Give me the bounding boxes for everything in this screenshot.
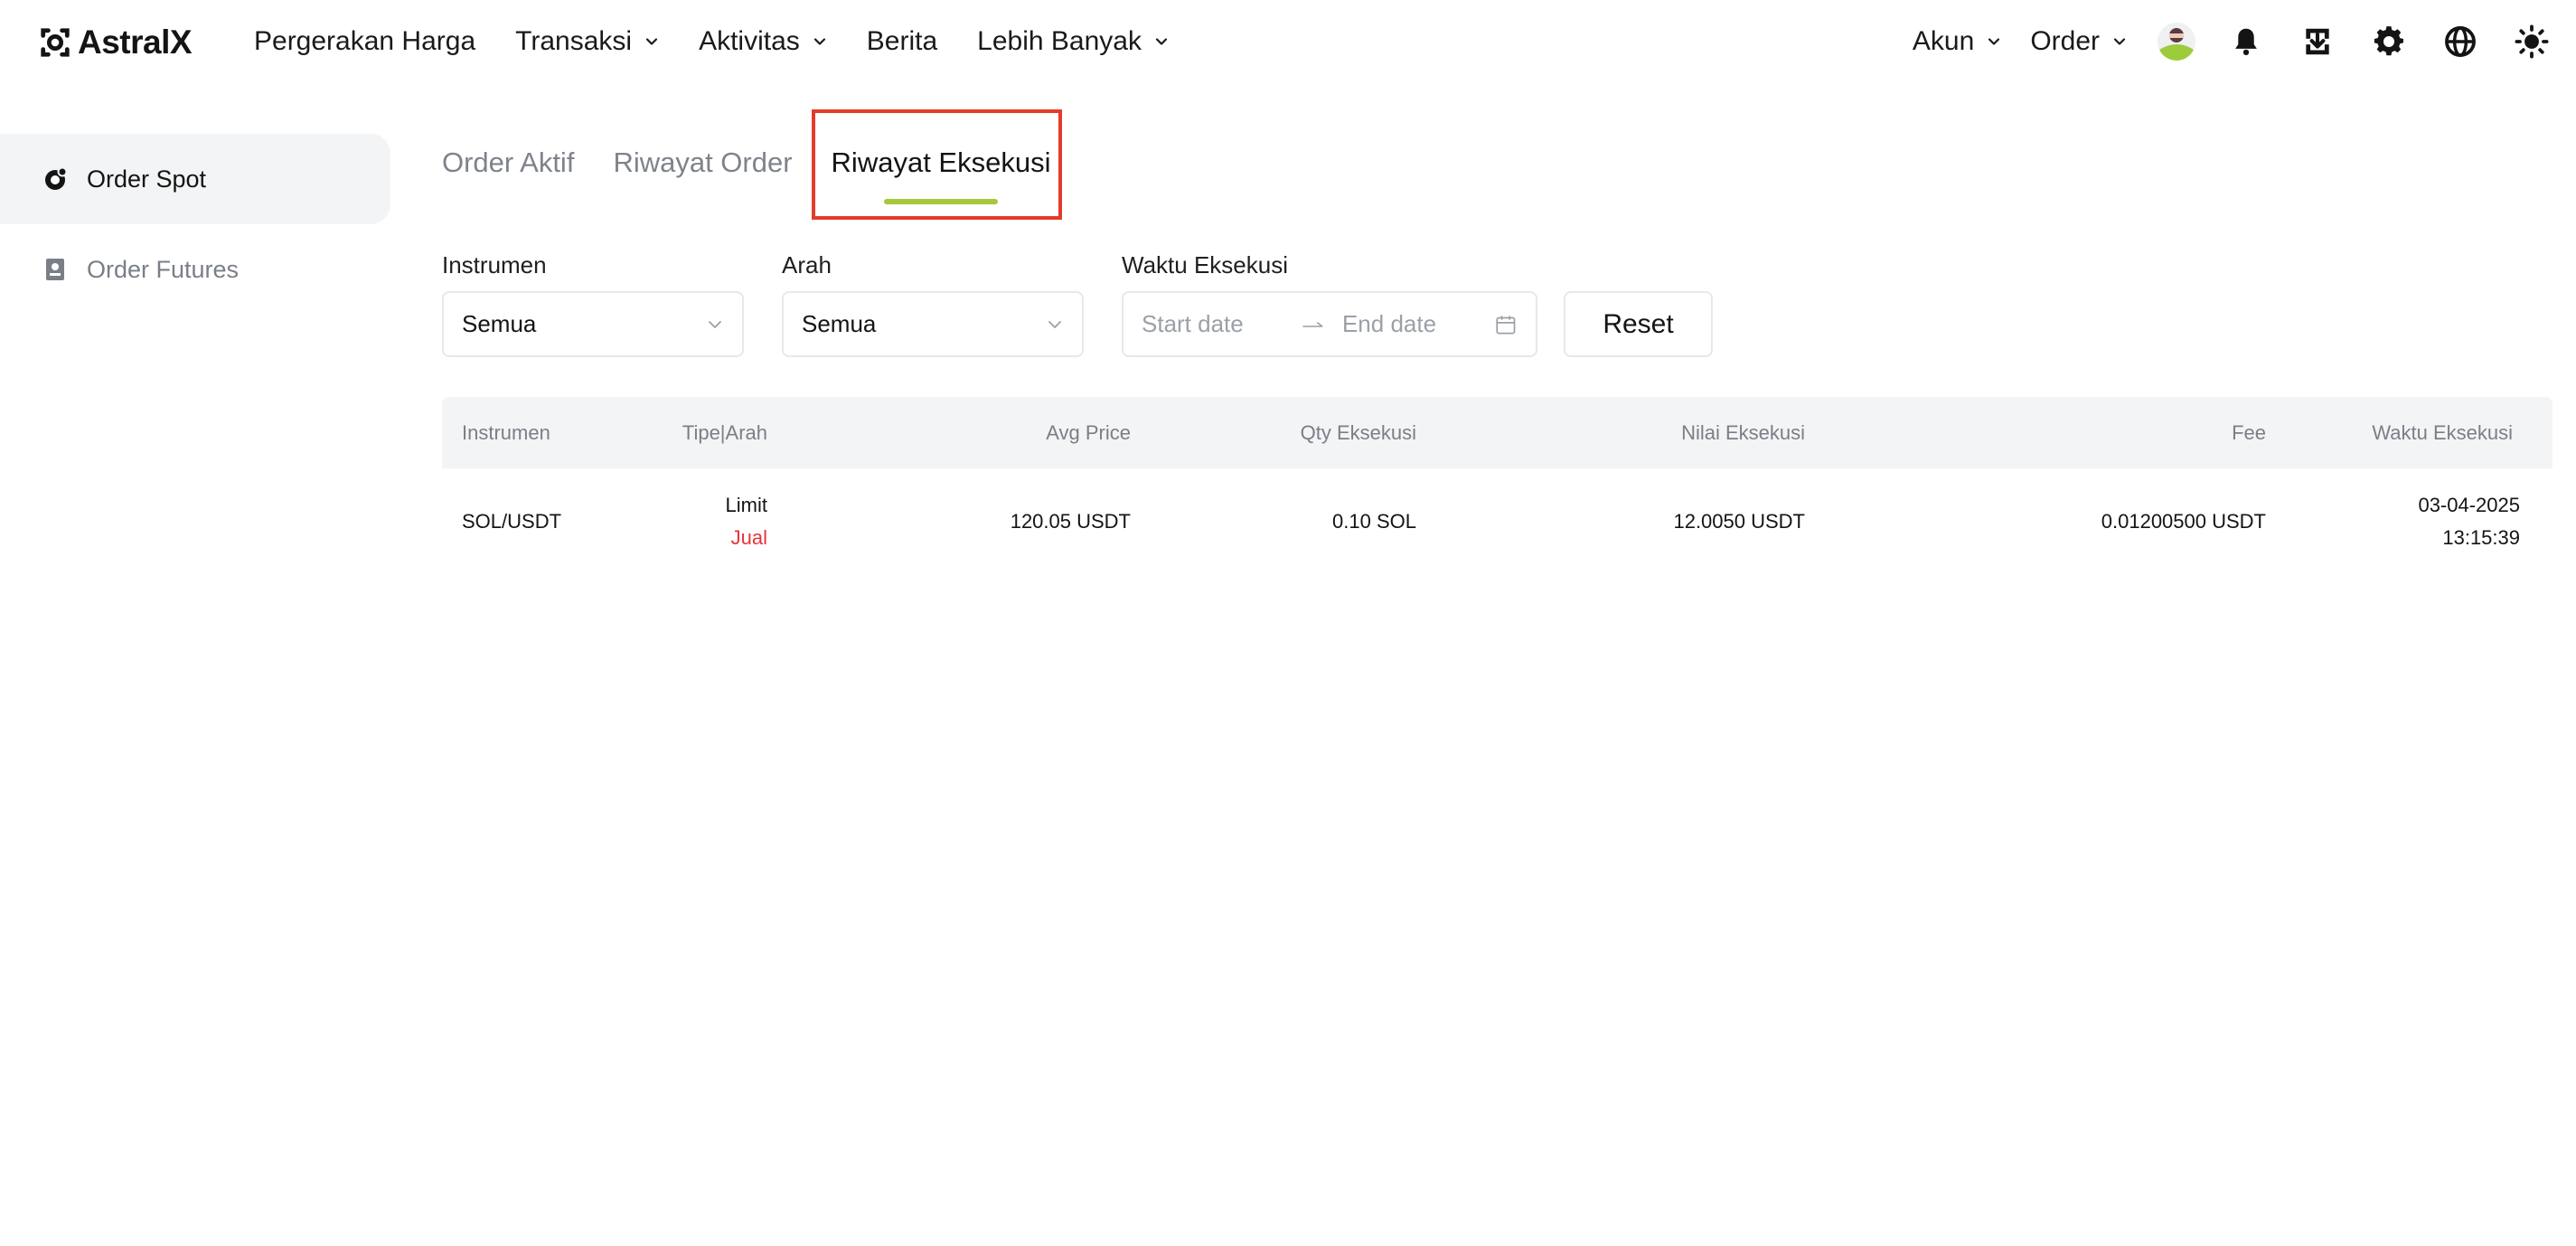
col-instrument: Instrumen xyxy=(462,420,550,444)
language-button[interactable] xyxy=(2440,21,2481,62)
tab-order-aktif[interactable]: Order Aktif xyxy=(442,146,574,179)
tab-riwayat-eksekusi[interactable]: Riwayat Eksekusi xyxy=(832,146,1050,204)
gear-icon xyxy=(2374,26,2403,56)
account-menu: Akun Order xyxy=(1913,0,2552,83)
col-qty: Qty Eksekusi xyxy=(1300,420,1416,444)
exec-value: 12.0050 USDT xyxy=(1673,509,1805,533)
avg-price-value: 120.05 USDT xyxy=(1010,509,1131,533)
nav-label: Berita xyxy=(866,26,938,56)
table-header: Instrumen Tipe|Arah Avg Price Qty Ekseku… xyxy=(442,397,2552,468)
sidebar-item-order-spot[interactable]: Order Spot xyxy=(0,134,390,224)
chevron-down-icon xyxy=(645,38,658,45)
nav-label: Pergerakan Harga xyxy=(254,26,476,56)
top-navigation: AstralX Pergerakan Harga Transaksi Aktiv… xyxy=(0,0,2576,83)
globe-icon xyxy=(2445,26,2476,57)
col-exec-time: Waktu Eksekusi xyxy=(2372,420,2513,444)
col-fee: Fee xyxy=(2232,420,2266,444)
nav-berita[interactable]: Berita xyxy=(867,26,937,57)
main-menu: Pergerakan Harga Transaksi Aktivitas Ber… xyxy=(254,0,1208,83)
chevron-down-icon xyxy=(2113,38,2126,45)
order-tabs: Order Aktif Riwayat Order Riwayat Ekseku… xyxy=(442,109,1089,217)
chevron-down-icon xyxy=(709,320,721,328)
cell-avg-price: 120.05 USDT xyxy=(1011,468,1131,574)
cell-exec-time: 03-04-2025 13:15:39 xyxy=(2418,468,2520,574)
end-date-input[interactable]: End date xyxy=(1342,310,1494,338)
chevron-down-icon xyxy=(1988,38,2000,45)
settings-button[interactable] xyxy=(2368,21,2410,62)
nav-aktivitas[interactable]: Aktivitas xyxy=(699,26,827,57)
table-row[interactable]: SOL/USDT Limit Jual 120.05 USDT 0.10 SOL… xyxy=(442,468,2552,574)
qty-value: 0.10 SOL xyxy=(1332,509,1416,533)
nav-label: Order xyxy=(2030,26,2100,56)
nav-pergerakan-harga[interactable]: Pergerakan Harga xyxy=(254,26,475,57)
nav-order[interactable]: Order xyxy=(2030,26,2127,57)
nav-label: Akun xyxy=(1912,26,1975,56)
astralx-logo-icon xyxy=(41,28,70,57)
instrument-select-value: Semua xyxy=(462,310,537,337)
sidebar-item-order-futures[interactable]: Order Futures xyxy=(0,224,390,315)
instrument-filter-label: Instrumen xyxy=(442,251,547,278)
nav-label: Transaksi xyxy=(515,26,633,56)
col-value: Nilai Eksekusi xyxy=(1681,420,1805,444)
download-button[interactable] xyxy=(2297,21,2338,62)
tab-riwayat-order[interactable]: Riwayat Order xyxy=(613,146,792,179)
date-range-picker[interactable]: Start date End date xyxy=(1122,291,1537,357)
chevron-down-icon xyxy=(1048,320,1061,328)
spot-order-icon xyxy=(45,166,68,190)
calendar-icon xyxy=(1496,315,1516,335)
exec-time-filter-label: Waktu Eksekusi xyxy=(1122,251,1288,278)
sidebar: Order Spot Order Futures xyxy=(0,134,390,315)
notification-button[interactable] xyxy=(2225,21,2267,62)
user-avatar-icon xyxy=(2158,23,2195,61)
direction-select[interactable]: Semua xyxy=(782,291,1084,357)
avatar[interactable] xyxy=(2158,23,2195,61)
sidebar-item-label: Order Futures xyxy=(87,255,240,283)
nav-label: Aktivitas xyxy=(699,26,800,56)
order-type: Limit xyxy=(725,493,767,516)
start-date-input[interactable]: Start date xyxy=(1142,310,1302,338)
arrow-right-icon xyxy=(1302,321,1323,327)
download-icon xyxy=(2306,28,2329,55)
direction-filter-label: Arah xyxy=(782,251,832,278)
chevron-down-icon xyxy=(1155,38,1168,45)
nav-lebih-banyak[interactable]: Lebih Banyak xyxy=(977,26,1169,57)
fee-value: 0.01200500 USDT xyxy=(2101,509,2266,533)
cell-fee: 0.01200500 USDT xyxy=(2101,468,2266,574)
instrument-select[interactable]: Semua xyxy=(442,291,744,357)
nav-akun[interactable]: Akun xyxy=(1913,26,2001,57)
cell-value: 12.0050 USDT xyxy=(1673,468,1805,574)
reset-button[interactable]: Reset xyxy=(1564,291,1713,357)
nav-transaksi[interactable]: Transaksi xyxy=(515,26,659,57)
cell-instrument: SOL/USDT xyxy=(462,468,561,574)
cell-type-side: Limit Jual xyxy=(726,468,767,574)
cell-qty: 0.10 SOL xyxy=(1332,468,1416,574)
bell-icon xyxy=(2235,28,2257,56)
col-type-side: Tipe|Arah xyxy=(682,420,767,444)
col-avg-price: Avg Price xyxy=(1046,420,1131,444)
order-side: Jual xyxy=(730,525,767,549)
brand-name: AstralX xyxy=(78,24,193,61)
futures-order-icon xyxy=(46,259,64,280)
chevron-down-icon xyxy=(813,38,825,45)
instrument-value: SOL/USDT xyxy=(462,509,562,533)
theme-toggle-button[interactable] xyxy=(2511,21,2552,62)
execution-history-table: Instrumen Tipe|Arah Avg Price Qty Ekseku… xyxy=(442,397,2552,574)
sidebar-item-label: Order Spot xyxy=(87,165,207,193)
exec-date: 03-04-2025 xyxy=(2418,493,2520,516)
nav-label: Lebih Banyak xyxy=(977,26,1142,56)
sun-icon xyxy=(2515,24,2549,59)
brand-logo[interactable]: AstralX xyxy=(38,22,193,63)
exec-time: 13:15:39 xyxy=(2442,525,2520,549)
direction-select-value: Semua xyxy=(802,310,877,337)
